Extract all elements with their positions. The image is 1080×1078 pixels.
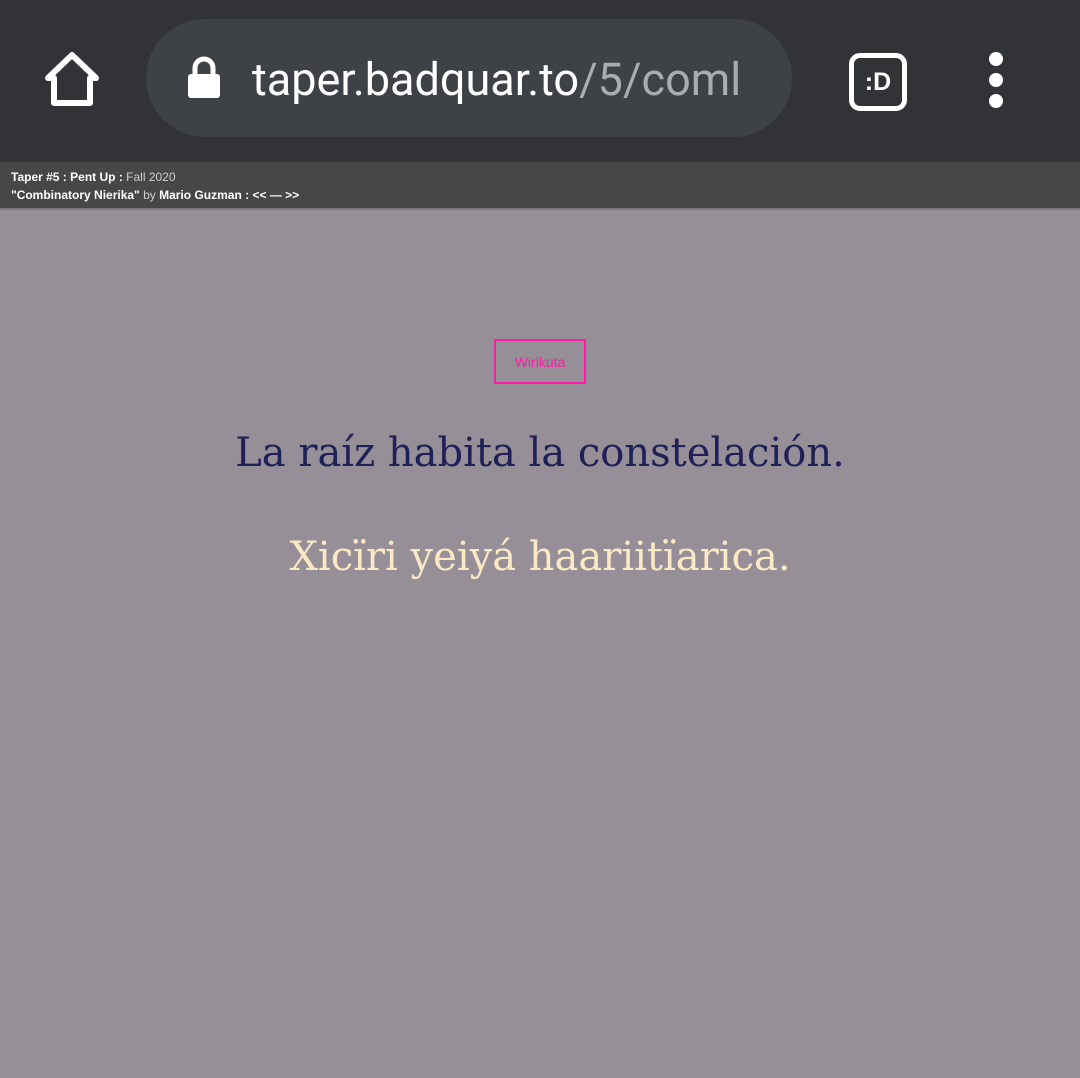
home-button[interactable]	[40, 48, 104, 110]
url-path: /5/coml	[579, 53, 742, 106]
issue-link[interactable]: Taper #5	[11, 170, 59, 184]
separator: :	[59, 170, 71, 184]
lock-icon	[188, 56, 220, 98]
more-menu-button[interactable]	[976, 52, 1016, 108]
next-link[interactable]: >>	[285, 188, 299, 202]
extension-button[interactable]: :D	[846, 50, 907, 111]
author-link[interactable]: Mario Guzman	[159, 188, 242, 202]
separator: —	[266, 188, 286, 202]
browser-toolbar: taper.badquar.to/5/coml :D	[0, 0, 1080, 162]
wirikuta-tag-button[interactable]: Wirikuta	[494, 339, 586, 384]
huichol-line: Xicïri yeiyá haariitïarica.	[289, 534, 791, 580]
separator: :	[241, 188, 253, 202]
work-line: "Combinatory Nierika" by Mario Guzman : …	[11, 186, 1080, 204]
issue-line: Taper #5 : Pent Up : Fall 2020	[11, 168, 1080, 186]
season-text: Fall 2020	[126, 170, 176, 184]
work-title-link[interactable]: "Combinatory Nierika"	[11, 188, 140, 202]
issue-title-link[interactable]: Pent Up	[70, 170, 115, 184]
home-icon	[45, 52, 99, 106]
url-host: taper.badquar.to	[252, 53, 580, 106]
by-text: by	[139, 188, 160, 202]
url-text[interactable]: taper.badquar.to/5/coml	[252, 50, 774, 110]
prev-link[interactable]: <<	[252, 188, 266, 202]
site-header: Taper #5 : Pent Up : Fall 2020 "Combinat…	[0, 162, 1080, 210]
extension-icon: :D	[849, 53, 907, 111]
separator: :	[115, 170, 127, 184]
spanish-line: La raíz habita la constelación.	[235, 430, 845, 476]
